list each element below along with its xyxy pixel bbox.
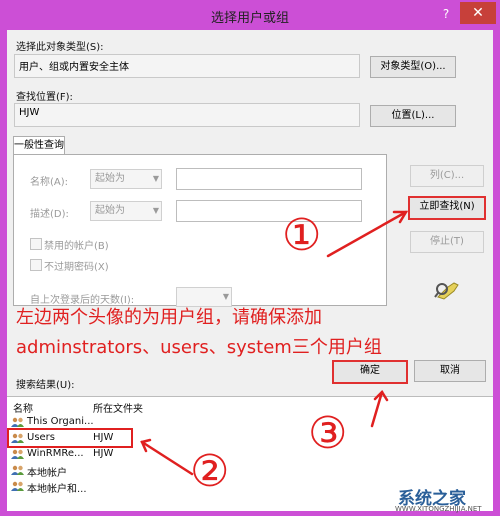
- users-row-highlight: [7, 428, 133, 448]
- list-item[interactable]: WinRMRe... HJW: [7, 447, 137, 463]
- description-label: 描述(D):: [30, 209, 69, 220]
- annotation-line-2: adminstrators、users、system三个用户组: [16, 337, 382, 358]
- chevron-down-icon: ▼: [152, 206, 159, 215]
- group-icon: [11, 449, 24, 459]
- disabled-accounts-label: 禁用的帐户(B): [44, 241, 109, 252]
- non-expiring-password-label: 不过期密码(X): [44, 262, 109, 273]
- stop-button[interactable]: 停止(T): [410, 231, 484, 253]
- watermark-url: WWW.XITONGZHIJIA.NET: [395, 505, 482, 513]
- row-name: 本地帐户: [27, 468, 67, 479]
- annotation-line-1: 左边两个头像的为用户组，请确保添加: [16, 307, 322, 328]
- help-button[interactable]: ?: [437, 5, 455, 23]
- name-input[interactable]: [176, 168, 362, 190]
- description-input[interactable]: [176, 200, 362, 222]
- ok-button[interactable]: 确定: [332, 360, 408, 384]
- name-mode-select[interactable]: 起始为 ▼: [90, 169, 162, 189]
- object-type-label: 选择此对象类型(S):: [16, 42, 104, 53]
- name-label: 名称(A):: [30, 177, 69, 188]
- object-types-button[interactable]: 对象类型(O)...: [370, 56, 456, 78]
- search-icon: [434, 282, 459, 300]
- row-folder: HJW: [93, 448, 114, 459]
- annotation-mark-1: ①: [282, 210, 322, 261]
- list-item[interactable]: 本地帐户: [7, 463, 137, 479]
- close-button[interactable]: ✕: [460, 2, 496, 24]
- description-mode-value: 起始为: [95, 205, 125, 216]
- location-field: HJW: [14, 103, 360, 127]
- annotation-mark-2: ②: [190, 446, 230, 497]
- description-mode-select[interactable]: 起始为 ▼: [90, 201, 162, 221]
- locations-button[interactable]: 位置(L)...: [370, 105, 456, 127]
- object-type-field: 用户、组或内置安全主体: [14, 54, 360, 78]
- annotation-mark-3: ③: [308, 408, 348, 459]
- search-results-label: 搜索结果(U):: [16, 380, 75, 391]
- disabled-accounts-checkbox[interactable]: [30, 238, 42, 250]
- column-header-folder[interactable]: 所在文件夹: [93, 400, 143, 415]
- non-expiring-password-checkbox[interactable]: [30, 259, 42, 271]
- group-icon: [11, 465, 24, 475]
- name-mode-value: 起始为: [95, 173, 125, 184]
- row-name: WinRMRe...: [27, 448, 84, 459]
- column-header-name[interactable]: 名称: [13, 400, 33, 415]
- group-icon: [11, 417, 24, 427]
- row-name: This Organi...: [27, 416, 94, 427]
- window-title: 选择用户或组: [210, 11, 289, 26]
- columns-button[interactable]: 列(C)...: [410, 165, 484, 187]
- list-item[interactable]: 本地帐户和...: [7, 479, 137, 495]
- title-bar: 选择用户或组 ? ✕: [0, 0, 500, 30]
- chevron-down-icon: ▼: [152, 174, 159, 183]
- location-label: 查找位置(F):: [16, 92, 73, 103]
- find-now-button[interactable]: 立即查找(N): [408, 196, 486, 220]
- row-name: 本地帐户和...: [27, 484, 87, 495]
- cancel-button[interactable]: 取消: [414, 360, 486, 382]
- group-icon: [11, 481, 24, 491]
- tab-common-queries[interactable]: 一般性查询: [13, 136, 65, 155]
